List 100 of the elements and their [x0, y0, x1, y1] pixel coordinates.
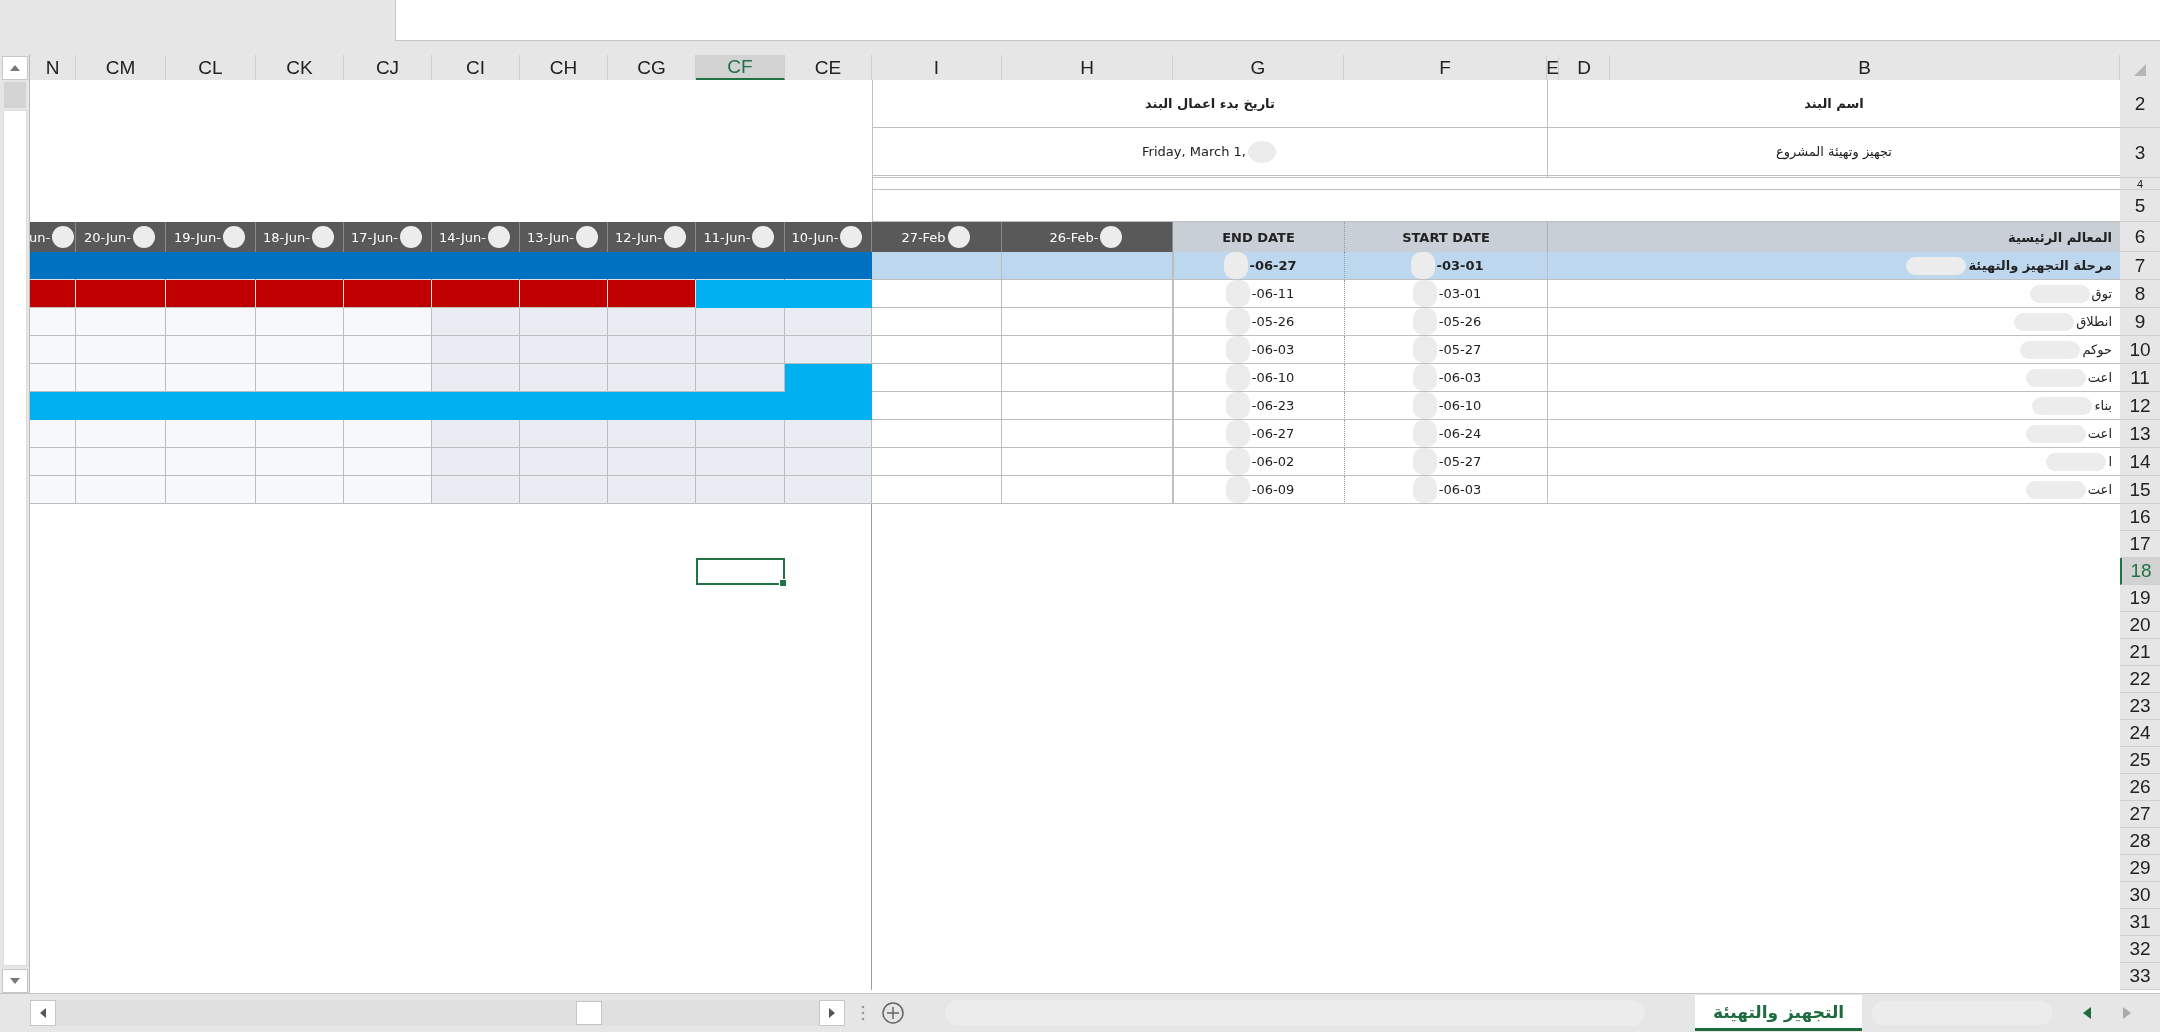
- row-header[interactable]: 24: [2120, 720, 2160, 747]
- column-header[interactable]: I: [872, 55, 1002, 80]
- table-cell: -03-01: [1436, 258, 1484, 273]
- column-header[interactable]: CL: [166, 55, 256, 80]
- row-header[interactable]: 17: [2120, 531, 2160, 558]
- redaction-blot: [1412, 476, 1437, 503]
- row-header[interactable]: 7: [2120, 252, 2160, 280]
- row-header[interactable]: 4: [2120, 178, 2160, 190]
- redaction-blot: [52, 226, 75, 248]
- date-header: 10-Jun-: [791, 229, 839, 245]
- table-cell: -06-10: [1251, 370, 1295, 385]
- date-header: 18-Jun-: [263, 229, 310, 245]
- row-header[interactable]: 14: [2120, 448, 2160, 476]
- row-header[interactable]: 30: [2120, 882, 2160, 909]
- redaction-blot: [312, 226, 334, 248]
- row-header[interactable]: 5: [2120, 190, 2160, 222]
- row-header[interactable]: 25: [2120, 747, 2160, 774]
- row-header[interactable]: 28: [2120, 828, 2160, 855]
- row-header[interactable]: 12: [2120, 392, 2160, 420]
- scrollbar-thumb[interactable]: [576, 1001, 602, 1025]
- redaction-blot: [1412, 308, 1437, 335]
- row-header[interactable]: 9: [2120, 308, 2160, 336]
- row-header[interactable]: 27: [2120, 801, 2160, 828]
- table-cell: -06-03: [1251, 342, 1295, 357]
- row-header[interactable]: 2: [2120, 80, 2160, 128]
- scroll-right-button[interactable]: [819, 1000, 845, 1026]
- table-cell: -05-27: [1438, 454, 1482, 469]
- next-sheet-icon[interactable]: [2122, 1006, 2133, 1020]
- row-header[interactable]: 6: [2120, 222, 2160, 252]
- previous-sheet-icon[interactable]: [2082, 1006, 2093, 1020]
- redaction-blot: [1412, 392, 1437, 419]
- formula-bar[interactable]: [395, 0, 2160, 41]
- column-header[interactable]: E: [1547, 55, 1559, 80]
- caret-right-icon: [828, 1007, 836, 1019]
- column-header[interactable]: N: [30, 55, 76, 80]
- column-header[interactable]: CJ: [344, 55, 432, 80]
- column-header[interactable]: CK: [256, 55, 344, 80]
- table-cell: انطلاق: [2076, 314, 2112, 329]
- row-header[interactable]: 8: [2120, 280, 2160, 308]
- column-header[interactable]: CE: [785, 55, 872, 80]
- date-header: 19-Jun-: [174, 229, 221, 245]
- row-header[interactable]: 20: [2120, 612, 2160, 639]
- redaction-blot: [133, 226, 155, 248]
- row-header[interactable]: 10: [2120, 336, 2160, 364]
- redaction-blot: [840, 226, 863, 248]
- triangle-icon: [2133, 63, 2147, 77]
- row-header[interactable]: 29: [2120, 855, 2160, 882]
- scroll-up-button[interactable]: [1, 56, 28, 80]
- column-header[interactable]: CF: [696, 55, 785, 80]
- column-header[interactable]: F: [1344, 55, 1547, 80]
- redaction-blot: [400, 226, 422, 248]
- row-header[interactable]: 33: [2120, 963, 2160, 990]
- row-header[interactable]: 11: [2120, 364, 2160, 392]
- row-header[interactable]: 18: [2120, 558, 2160, 585]
- row-header[interactable]: 21: [2120, 639, 2160, 666]
- column-header[interactable]: B: [1610, 55, 2120, 80]
- row-header[interactable]: 23: [2120, 693, 2160, 720]
- redaction-blot: [1225, 420, 1250, 447]
- date-header: 20-Jun-: [84, 229, 131, 245]
- selected-cell[interactable]: [696, 558, 785, 585]
- redaction-blot: [1100, 226, 1123, 248]
- row-header[interactable]: 19: [2120, 585, 2160, 612]
- date-header: 17-Jun-: [351, 229, 398, 245]
- column-header[interactable]: CH: [520, 55, 608, 80]
- add-sheet-icon[interactable]: [881, 1001, 905, 1025]
- row-header[interactable]: 15: [2120, 476, 2160, 504]
- table-cell: حوكم: [2082, 342, 2112, 357]
- row-header[interactable]: 31: [2120, 909, 2160, 936]
- scroll-left-button[interactable]: [30, 1000, 56, 1026]
- split-handle-icon[interactable]: [861, 1005, 865, 1021]
- table-cell: -06-09: [1251, 482, 1295, 497]
- redaction-blot: [1410, 252, 1435, 279]
- redaction-blot: [1412, 448, 1437, 475]
- column-header[interactable]: D: [1559, 55, 1610, 80]
- column-header[interactable]: G: [1173, 55, 1344, 80]
- horizontal-scrollbar[interactable]: [30, 1000, 845, 1026]
- column-header[interactable]: H: [1002, 55, 1173, 80]
- redaction-blot: [488, 226, 510, 248]
- caret-down-icon: [8, 977, 21, 985]
- table-cell: مرحلة التجهيز والتهيئة: [1968, 258, 2112, 273]
- redaction-blot: [947, 226, 970, 248]
- sheet-tab[interactable]: التجهيز والتهيئة: [1695, 995, 1863, 1031]
- row-header[interactable]: 26: [2120, 774, 2160, 801]
- row-header[interactable]: 32: [2120, 936, 2160, 963]
- redaction-blot: [576, 226, 598, 248]
- row-header[interactable]: 22: [2120, 666, 2160, 693]
- row-header[interactable]: 13: [2120, 420, 2160, 448]
- date-header: 27-Feb: [901, 229, 946, 245]
- table-cell: -06-27: [1249, 258, 1297, 273]
- redaction-blot: [223, 226, 245, 248]
- vertical-scrollbar[interactable]: [0, 55, 30, 993]
- scroll-down-button[interactable]: [1, 969, 28, 993]
- column-header[interactable]: CM: [76, 55, 166, 80]
- row-header[interactable]: 16: [2120, 504, 2160, 531]
- table-cell: ا: [2108, 454, 2112, 469]
- column-header[interactable]: CI: [432, 55, 520, 80]
- column-header: END DATE: [1173, 222, 1344, 252]
- table-cell: تاريخ بدء اعمال البند: [872, 80, 1547, 128]
- row-header[interactable]: 3: [2120, 128, 2160, 178]
- redaction-blot: [1225, 364, 1250, 391]
